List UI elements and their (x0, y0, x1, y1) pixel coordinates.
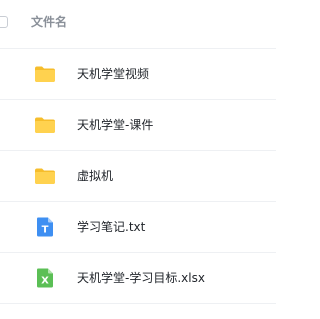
svg-text:T: T (42, 225, 49, 236)
folder-icon (33, 62, 57, 86)
file-row-0[interactable]: 天机学堂视频 (0, 49, 276, 100)
folder-icon (33, 113, 57, 137)
select-all-checkbox[interactable] (0, 16, 8, 28)
file-row-2[interactable]: 虚拟机 (0, 151, 276, 202)
file-list-panel: 文件名 天机学堂视频 天机学堂-课件 虚拟机 T 学习笔记.txt X 天机学堂… (0, 0, 276, 319)
file-list-header: 文件名 (0, 0, 276, 49)
file-name: 天机学堂-课件 (77, 118, 154, 132)
file-name: 虚拟机 (77, 169, 114, 183)
file-row-3[interactable]: T 学习笔记.txt (0, 202, 276, 253)
file-row-4[interactable]: X 天机学堂-学习目标.xlsx (0, 253, 276, 304)
filename-column-header[interactable]: 文件名 (31, 14, 67, 30)
text-file-icon: T (33, 215, 57, 239)
file-name: 天机学堂视频 (77, 67, 150, 81)
file-row-1[interactable]: 天机学堂-课件 (0, 100, 276, 151)
svg-text:X: X (41, 276, 49, 287)
folder-icon (33, 164, 57, 188)
file-name: 学习笔记.txt (77, 220, 146, 234)
excel-file-icon: X (33, 266, 57, 290)
file-name: 天机学堂-学习目标.xlsx (77, 271, 205, 285)
